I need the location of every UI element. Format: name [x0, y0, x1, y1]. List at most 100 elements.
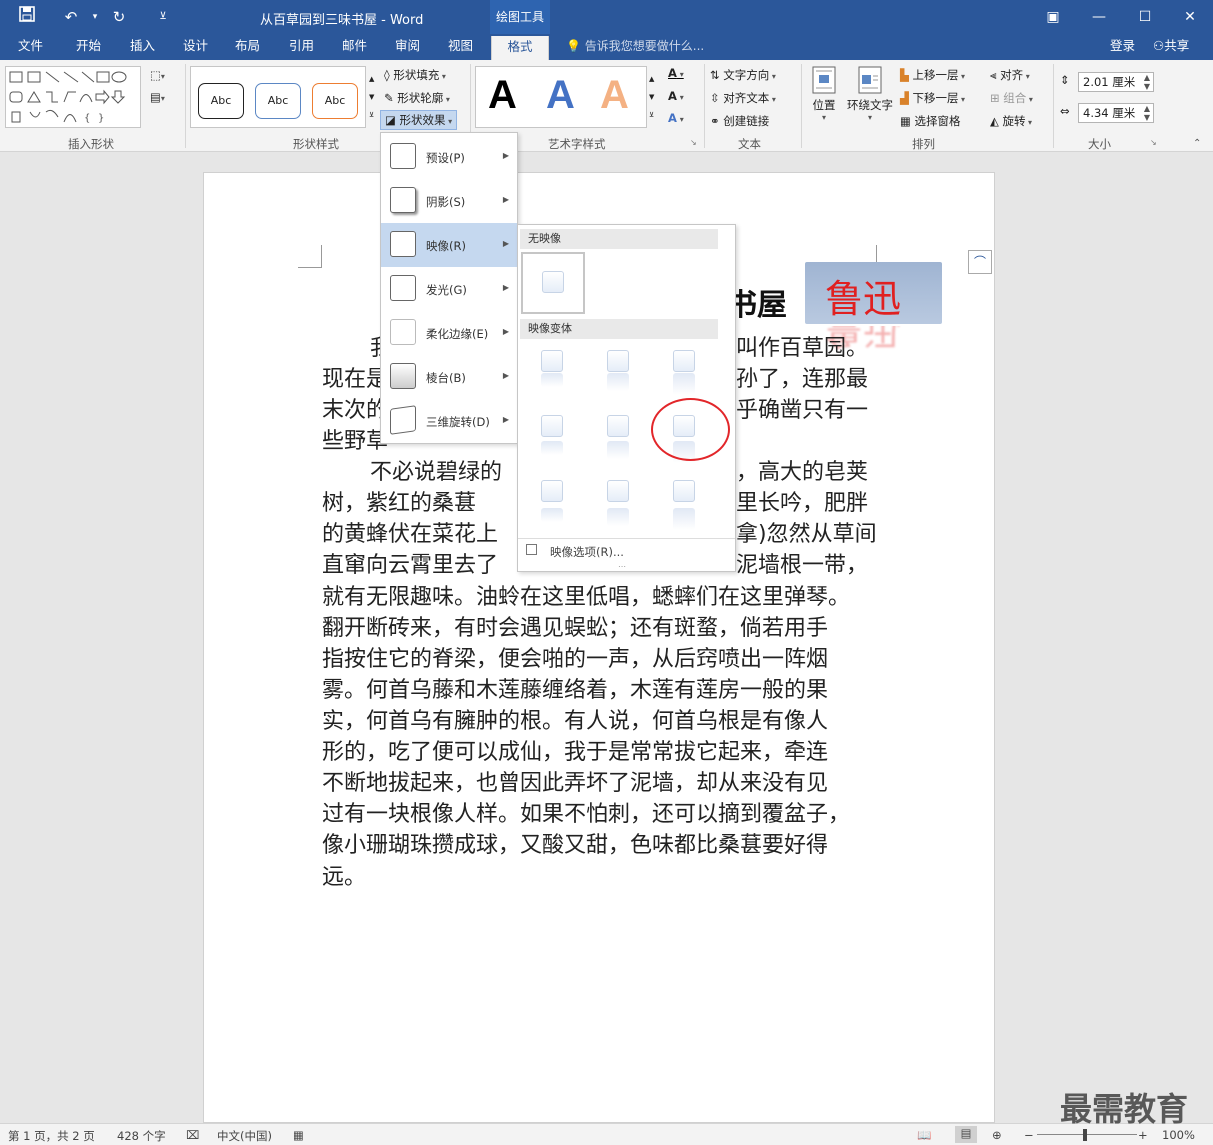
wordart-style-blue[interactable]: A	[546, 73, 575, 118]
tab-insert[interactable]: 插入	[130, 34, 155, 60]
menu-item-bevel[interactable]: 棱台(B) ▶	[381, 355, 517, 399]
bring-forward-button[interactable]: ▙ 上移一层 ▾	[900, 67, 965, 83]
customize-qat-icon[interactable]: ⊻	[152, 6, 174, 28]
bevel-icon	[390, 363, 416, 389]
close-icon[interactable]: ✕	[1167, 0, 1213, 34]
web-layout-icon[interactable]: ⊕	[992, 1128, 1002, 1142]
layout-options-icon[interactable]: ⌒	[968, 250, 992, 274]
menu-item-label: 棱台(B)	[426, 371, 466, 385]
tab-design[interactable]: 设计	[183, 34, 208, 60]
text-outline-icon[interactable]: A ▾	[668, 89, 684, 103]
shape-outline-button[interactable]: ✎ 形状轮廓 ▾	[384, 90, 450, 106]
menu-item-shadow[interactable]: 阴影(S) ▶	[381, 179, 517, 223]
width-spinner-icon[interactable]: ▲ ▼	[1144, 104, 1150, 122]
menu-divider	[518, 538, 735, 539]
reflection-options-link[interactable]: 映像选项(R)...	[550, 544, 624, 560]
tab-format[interactable]: 格式	[491, 36, 549, 60]
shape-style-sample-1[interactable]: Abc	[198, 83, 244, 119]
align-button[interactable]: ⫷ 对齐 ▾	[990, 67, 1030, 83]
macro-icon[interactable]: ▦	[293, 1128, 304, 1142]
wordart-gallery-scroll[interactable]: ▲ ▼ ⊻	[649, 70, 654, 124]
read-mode-icon[interactable]: 📖	[917, 1128, 931, 1142]
no-reflection-option[interactable]	[521, 252, 585, 314]
tab-view[interactable]: 视图	[448, 34, 473, 60]
size-dialog-launcher-icon[interactable]: ↘	[1150, 138, 1157, 147]
tell-me-box[interactable]: 💡 告诉我您想要做什么...	[566, 34, 704, 60]
shape-styles-scroll[interactable]: ▲ ▼ ⊻	[369, 70, 374, 124]
group-label: 组合	[1003, 91, 1027, 105]
save-icon[interactable]	[16, 6, 38, 28]
group-button[interactable]: ⊞ 组合 ▾	[990, 90, 1033, 106]
selection-pane-label: 选择窗格	[914, 114, 961, 128]
menu-item-preset[interactable]: 预设(P) ▶	[381, 135, 517, 179]
language-indicator[interactable]: 中文(中国)	[217, 1128, 272, 1144]
group-label-arrange: 排列	[912, 137, 935, 151]
align-text-button[interactable]: ⇳ 对齐文本 ▾	[710, 90, 776, 106]
sign-in-link[interactable]: 登录	[1110, 34, 1135, 60]
zoom-slider-thumb[interactable]	[1083, 1129, 1087, 1141]
body-fragment: 泥墙根一带，	[736, 553, 869, 578]
menu-item-glow[interactable]: 发光(G) ▶	[381, 267, 517, 311]
body-line: 翻开断砖来，有时会遇见蜈蚣；还有斑蝥，倘若用手	[322, 616, 829, 641]
zoom-out-icon[interactable]: −	[1024, 1128, 1034, 1142]
create-link-button[interactable]: ⚭ 创建链接	[710, 113, 769, 129]
tab-file[interactable]: 文件	[18, 34, 43, 60]
shape-fill-button[interactable]: ◊ 形状填充 ▾	[384, 67, 446, 83]
bring-forward-label: 上移一层	[912, 68, 959, 82]
shape-style-sample-2[interactable]: Abc	[255, 83, 301, 119]
position-button[interactable]: 位置 ▾	[808, 66, 840, 122]
menu-item-soft-edges[interactable]: 柔化边缘(E) ▶	[381, 311, 517, 355]
shape-styles-gallery[interactable]: Abc Abc Abc	[190, 66, 366, 128]
undo-icon[interactable]: ↶	[60, 6, 82, 28]
ribbon-display-icon[interactable]: ▣	[1030, 0, 1076, 34]
undo-dropdown-icon[interactable]: ▾	[84, 6, 106, 28]
tab-review[interactable]: 审阅	[395, 34, 420, 60]
shape-width-input[interactable]: 4.34 厘米 ▲ ▼	[1078, 103, 1154, 123]
zoom-in-icon[interactable]: +	[1138, 1128, 1148, 1142]
share-button[interactable]: ⚇共享	[1153, 34, 1189, 60]
redo-icon[interactable]: ↻	[108, 6, 130, 28]
edit-shape-icon[interactable]: ⬚▾	[150, 68, 165, 82]
maximize-icon[interactable]: ☐	[1122, 0, 1168, 34]
menu-item-label: 柔化边缘(E)	[426, 327, 489, 341]
collapse-ribbon-icon[interactable]: ⌃	[1193, 138, 1201, 149]
wordart-style-black[interactable]: A	[488, 73, 517, 118]
shapes-gallery[interactable]: {}	[5, 66, 141, 128]
text-effects-icon[interactable]: A ▾	[668, 111, 684, 125]
word-count[interactable]: 428 个字	[117, 1128, 166, 1144]
tab-references[interactable]: 引用	[289, 34, 314, 60]
menu-item-reflection[interactable]: 映像(R) ▶	[381, 223, 517, 267]
wordart-dialog-launcher-icon[interactable]: ↘	[690, 138, 697, 147]
print-layout-icon[interactable]: ▤	[955, 1126, 977, 1143]
zoom-level[interactable]: 100%	[1162, 1128, 1195, 1142]
wordart-style-orange[interactable]: A	[600, 73, 629, 118]
reflection-options-checkbox[interactable]	[526, 544, 537, 555]
body-line: 远。	[322, 865, 367, 890]
rotate-button[interactable]: ◭ 旋转 ▾	[990, 113, 1032, 129]
wordart-shape[interactable]: 鲁迅	[805, 262, 942, 324]
resize-grip-icon[interactable]: ⋯	[618, 562, 626, 571]
menu-item-label: 三维旋转(D)	[426, 415, 490, 429]
title-bar: ↶ ▾ ↻ ⊻ 从百草园到三味书屋 - Word 绘图工具 ▣ — ☐ ✕	[0, 0, 1213, 34]
align-label: 对齐	[1000, 68, 1024, 82]
tab-layout[interactable]: 布局	[235, 34, 260, 60]
height-spinner-icon[interactable]: ▲ ▼	[1144, 73, 1150, 91]
send-backward-button[interactable]: ▟ 下移一层 ▾	[900, 90, 965, 106]
page-count[interactable]: 第 1 页，共 2 页	[8, 1128, 95, 1144]
wrap-text-button[interactable]: 环绕文字 ▾	[845, 66, 895, 122]
shape-height-input[interactable]: 2.01 厘米 ▲ ▼	[1078, 72, 1154, 92]
proofing-icon[interactable]: ⌧	[186, 1128, 199, 1142]
minimize-icon[interactable]: —	[1076, 0, 1122, 34]
wordart-gallery[interactable]: A A A	[475, 66, 647, 128]
menu-item-3d-rotation[interactable]: 三维旋转(D) ▶	[381, 399, 517, 443]
tab-home[interactable]: 开始	[76, 34, 101, 60]
text-fill-icon[interactable]: A ▾	[668, 66, 684, 80]
tab-mailings[interactable]: 邮件	[342, 34, 367, 60]
draw-textbox-icon[interactable]: ▤▾	[150, 90, 165, 104]
soft-edges-icon	[390, 319, 416, 345]
shape-effects-button[interactable]: ◪ 形状效果 ▾	[380, 110, 458, 130]
shape-style-sample-3[interactable]: Abc	[312, 83, 358, 119]
selection-pane-button[interactable]: ▦ 选择窗格	[900, 113, 961, 129]
zoom-slider[interactable]	[1037, 1134, 1137, 1135]
text-direction-button[interactable]: ⇅ 文字方向 ▾	[710, 67, 776, 83]
